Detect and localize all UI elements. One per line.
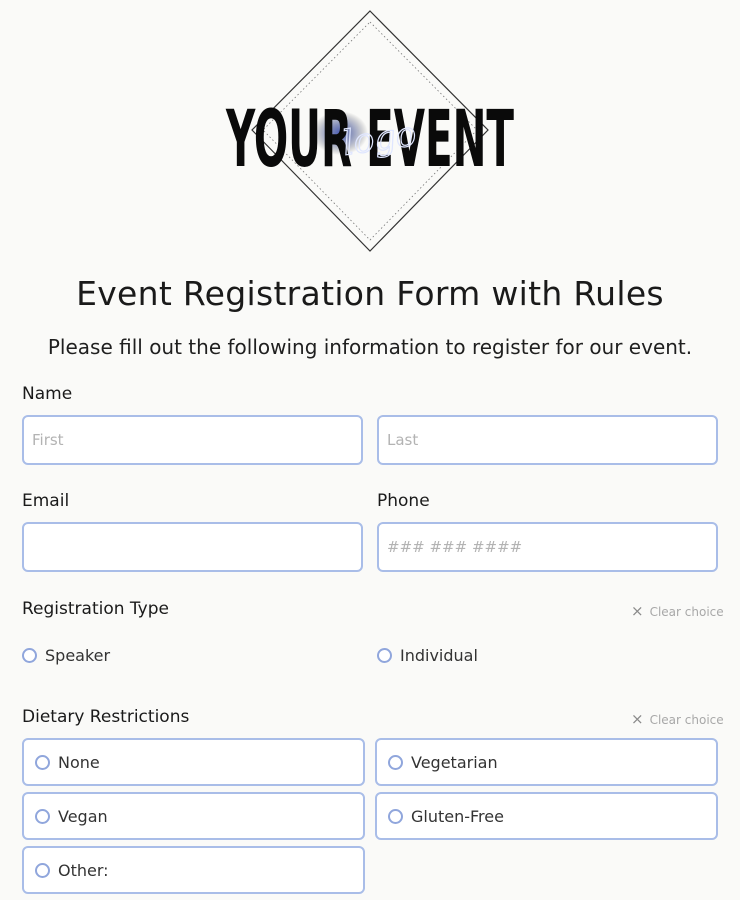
choice-vegetarian[interactable]: Vegetarian (375, 738, 718, 786)
form-subtitle: Please fill out the following informatio… (47, 335, 693, 359)
first-name-input[interactable] (22, 415, 363, 465)
choice-none[interactable]: None (22, 738, 365, 786)
choice-vegetarian-label: Vegetarian (411, 752, 498, 772)
close-icon: × (631, 710, 644, 728)
choice-other-label: Other: (58, 860, 109, 880)
radio-circle-icon[interactable] (35, 862, 50, 878)
radio-circle-icon[interactable] (35, 808, 50, 824)
clear-choice-label: Clear choice (649, 712, 724, 727)
email-label: Email (22, 491, 70, 511)
event-logo: YOUR EVENT logo (220, 8, 520, 258)
radio-speaker-label: Speaker (45, 646, 111, 665)
choice-gluten-free[interactable]: Gluten-Free (375, 792, 718, 840)
choice-other[interactable]: Other: (22, 846, 365, 894)
radio-circle-icon[interactable] (388, 808, 403, 824)
last-name-input[interactable] (377, 415, 718, 465)
name-label: Name (22, 384, 73, 404)
form-title: Event Registration Form with Rules (76, 274, 664, 313)
close-icon: × (631, 602, 644, 620)
phone-label: Phone (377, 491, 430, 511)
radio-speaker[interactable]: Speaker (22, 646, 110, 665)
radio-individual-label: Individual (400, 646, 478, 665)
phone-input[interactable] (377, 522, 718, 572)
radio-circle-icon[interactable] (388, 754, 403, 770)
registration-type-label: Registration Type (22, 599, 169, 619)
email-input[interactable] (22, 522, 363, 572)
choice-gluten-free-label: Gluten-Free (411, 806, 504, 826)
registration-clear-choice-button[interactable]: × Clear choice (631, 604, 724, 619)
dietary-restrictions-label: Dietary Restrictions (22, 707, 190, 727)
choice-none-label: None (58, 752, 100, 772)
radio-individual[interactable]: Individual (377, 646, 478, 665)
dietary-clear-choice-button[interactable]: × Clear choice (631, 712, 724, 727)
choice-vegan[interactable]: Vegan (22, 792, 365, 840)
radio-circle-icon[interactable] (22, 648, 37, 663)
registration-page: YOUR EVENT logo Event Registration Form … (0, 0, 740, 900)
radio-circle-icon[interactable] (35, 754, 50, 770)
radio-circle-icon[interactable] (377, 648, 392, 663)
clear-choice-label: Clear choice (649, 604, 724, 619)
choice-vegan-label: Vegan (58, 806, 108, 826)
